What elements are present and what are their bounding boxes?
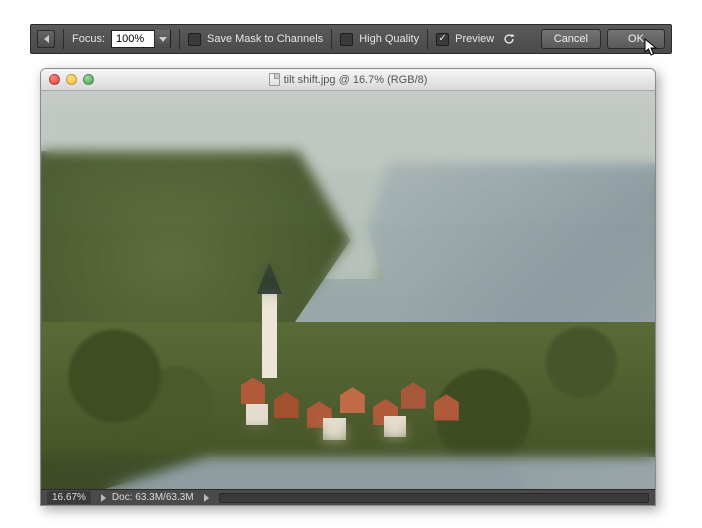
document-icon	[269, 73, 280, 86]
torn-edge-decoration	[670, 22, 686, 56]
minimize-window-button[interactable]	[66, 74, 77, 85]
doc-info-popup-button[interactable]	[204, 494, 209, 502]
status-bar: 16.67% Doc: 63.3M/63.3M	[41, 489, 655, 505]
cancel-button[interactable]: Cancel	[541, 29, 601, 49]
reset-icon	[502, 32, 516, 46]
high-quality-checkbox[interactable]	[340, 33, 353, 46]
focus-dropdown-button[interactable]	[154, 30, 170, 48]
preview-checkbox[interactable]	[436, 33, 449, 46]
title-area: tilt shift.jpg @ 16.7% (RGB/8)	[41, 73, 655, 86]
divider	[63, 29, 64, 49]
tilt-shift-blur-bottom	[41, 417, 655, 489]
close-window-button[interactable]	[49, 74, 60, 85]
doc-size: Doc: 63.3M/63.3M	[112, 492, 194, 503]
zoom-level[interactable]: 16.67%	[47, 491, 91, 504]
focus-input-group	[111, 30, 171, 48]
traffic-lights	[49, 74, 94, 85]
horizontal-scrollbar[interactable]	[219, 493, 649, 503]
reset-button[interactable]	[500, 30, 518, 48]
canvas[interactable]	[41, 91, 655, 489]
ok-button-label: OK	[628, 33, 644, 45]
preview-label: Preview	[455, 33, 494, 45]
zoom-window-button[interactable]	[83, 74, 94, 85]
document-window: tilt shift.jpg @ 16.7% (RGB/8)	[40, 68, 656, 506]
collapse-options-button[interactable]	[37, 30, 55, 48]
titlebar[interactable]: tilt shift.jpg @ 16.7% (RGB/8)	[41, 69, 655, 91]
zoom-popup-button[interactable]	[101, 494, 106, 502]
divider	[331, 29, 332, 49]
focus-input[interactable]	[112, 31, 154, 47]
divider	[179, 29, 180, 49]
ok-button[interactable]: OK	[607, 29, 665, 49]
save-mask-label: Save Mask to Channels	[207, 33, 323, 45]
chevron-left-icon	[44, 35, 49, 43]
tilt-shift-blur-top	[41, 91, 655, 310]
focus-label: Focus:	[72, 33, 105, 45]
document-title: tilt shift.jpg @ 16.7% (RGB/8)	[284, 74, 428, 86]
image-content	[41, 91, 655, 489]
divider	[427, 29, 428, 49]
high-quality-label: High Quality	[359, 33, 419, 45]
chevron-down-icon	[159, 37, 167, 42]
options-bar: Focus: Save Mask to Channels High Qualit…	[30, 24, 672, 54]
cancel-button-label: Cancel	[554, 33, 588, 45]
save-mask-checkbox[interactable]	[188, 33, 201, 46]
